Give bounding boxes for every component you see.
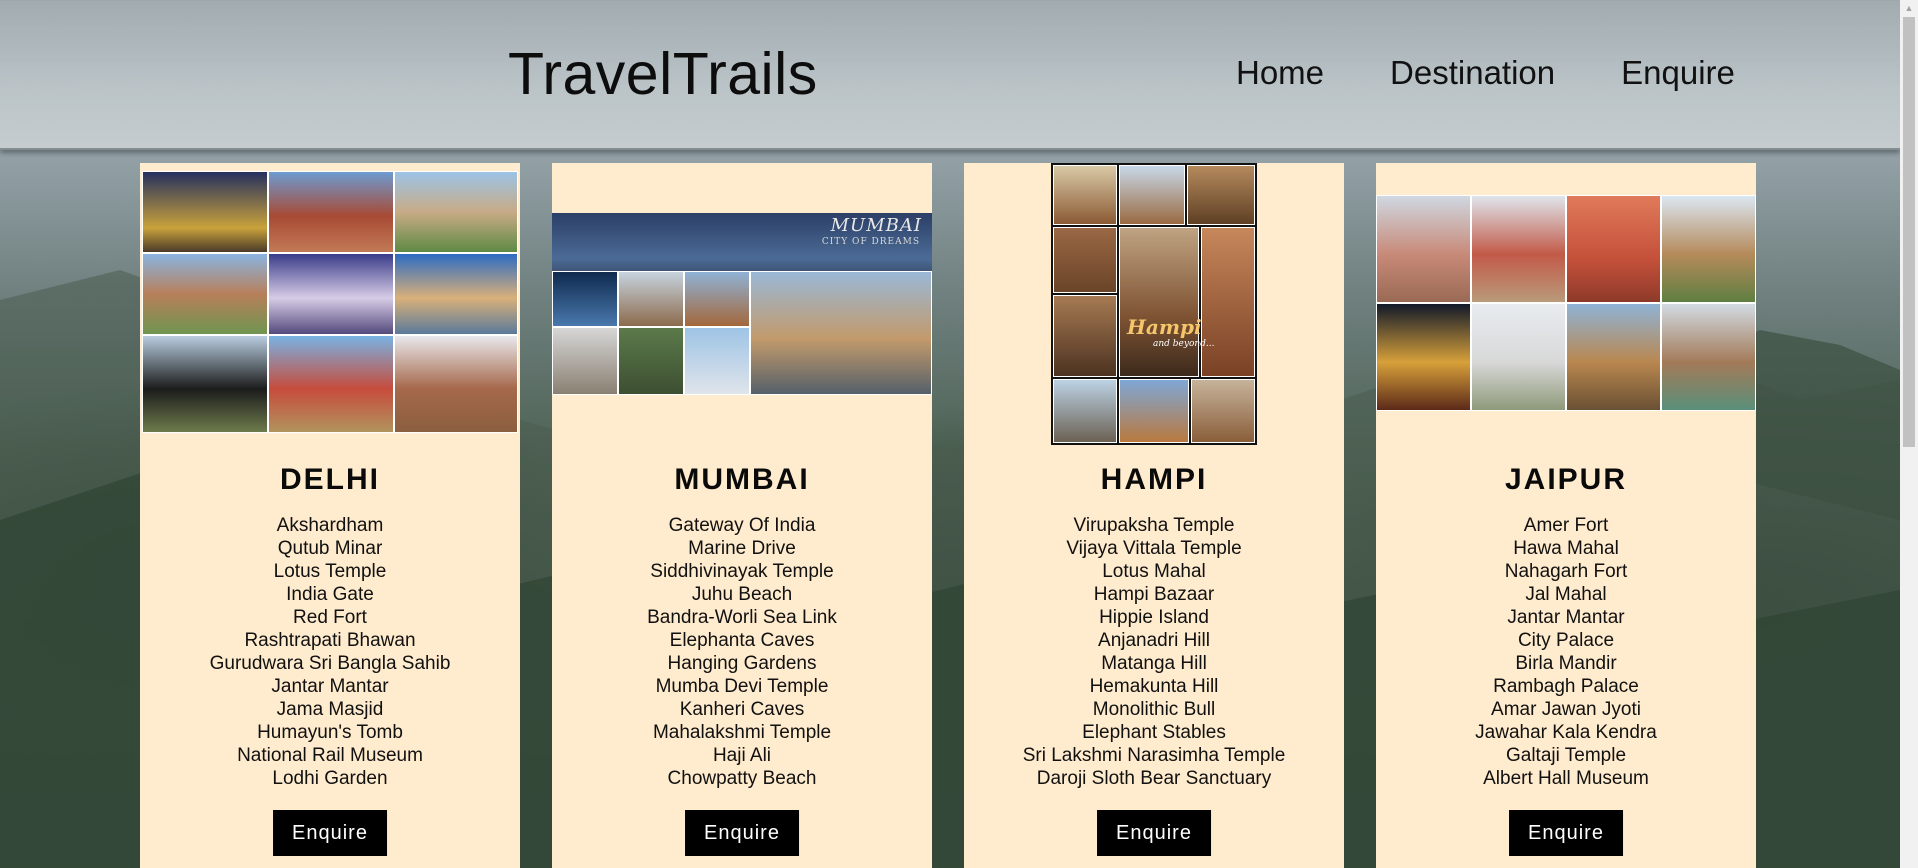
list-item: Jantar Mantar: [271, 676, 389, 697]
page-scrollbar[interactable]: ▲: [1900, 0, 1918, 868]
list-item: Jama Masjid: [276, 699, 384, 720]
list-item: Mumba Devi Temple: [655, 676, 829, 697]
list-item: Jantar Mantar: [1507, 607, 1625, 628]
list-item: Lotus Temple: [273, 561, 387, 582]
hampi-image-title: Hampi: [1127, 315, 1202, 339]
list-item: Hippie Island: [1099, 607, 1209, 628]
list-item: Lotus Mahal: [1102, 561, 1206, 582]
list-item: Amer Fort: [1523, 515, 1609, 536]
list-item: Albert Hall Museum: [1483, 768, 1649, 789]
list-item: Virupaksha Temple: [1073, 515, 1235, 536]
list-item: Elephanta Caves: [669, 630, 815, 651]
list-item: National Rail Museum: [237, 745, 423, 766]
list-item: Juhu Beach: [691, 584, 793, 605]
list-item: Elephant Stables: [1082, 722, 1226, 743]
list-item: Vijaya Vittala Temple: [1066, 538, 1242, 559]
list-item: Rambagh Palace: [1493, 676, 1639, 697]
list-item: Gurudwara Sri Bangla Sahib: [209, 653, 451, 674]
list-item: India Gate: [286, 584, 374, 605]
hampi-collage-image: Hampi and beyond...: [1051, 163, 1257, 445]
list-item: Sri Lakshmi Narasimha Temple: [1022, 745, 1286, 766]
hampi-image-subtitle: and beyond...: [1153, 339, 1215, 349]
places-list: Akshardham Qutub Minar Lotus Temple Indi…: [140, 514, 520, 790]
places-list: Gateway Of India Marine Drive Siddhivina…: [552, 514, 932, 790]
list-item: Anjanadri Hill: [1098, 630, 1210, 651]
site-logo[interactable]: TravelTrails: [508, 40, 818, 108]
list-item: Jawahar Kala Kendra: [1475, 722, 1657, 743]
list-item: Chowpatty Beach: [667, 768, 817, 789]
list-item: Qutub Minar: [277, 538, 383, 559]
nav-destination[interactable]: Destination: [1390, 54, 1555, 92]
list-item: Gateway Of India: [668, 515, 816, 536]
list-item: Hemakunta Hill: [1089, 676, 1219, 697]
list-item: City Palace: [1517, 630, 1615, 651]
list-item: Rashtrapati Bhawan: [244, 630, 416, 651]
list-item: Kanheri Caves: [679, 699, 805, 720]
list-item: Galtaji Temple: [1505, 745, 1627, 766]
site-header: TravelTrails Home Destination Enquire: [0, 0, 1900, 150]
destination-card-delhi: DELHI Akshardham Qutub Minar Lotus Templ…: [140, 163, 520, 868]
city-name: HAMPI: [1100, 463, 1208, 496]
list-item: Marine Drive: [688, 538, 796, 559]
enquire-button[interactable]: Enquire: [273, 810, 387, 856]
list-item: Bandra-Worli Sea Link: [647, 607, 837, 628]
city-name: DELHI: [280, 463, 380, 496]
mumbai-image-title: MUMBAI: [830, 215, 922, 236]
destination-card-jaipur: JAIPUR Amer Fort Hawa Mahal Nahagarh For…: [1376, 163, 1756, 868]
list-item: Humayun's Tomb: [257, 722, 403, 743]
mumbai-image-subtitle: CITY OF DREAMS: [821, 237, 920, 247]
list-item: Siddhivinayak Temple: [650, 561, 834, 582]
scroll-up-arrow-icon[interactable]: ▲: [1900, 0, 1918, 17]
enquire-button[interactable]: Enquire: [1509, 810, 1623, 856]
list-item: Nahagarh Fort: [1504, 561, 1628, 582]
list-item: Hanging Gardens: [667, 653, 817, 674]
scrollbar-thumb[interactable]: [1903, 17, 1915, 447]
list-item: Monolithic Bull: [1092, 699, 1216, 720]
list-item: Red Fort: [293, 607, 367, 628]
main-nav: Home Destination Enquire: [1236, 54, 1735, 92]
destination-card-mumbai: MUMBAI CITY OF DREAMS MUMBAI Gateway Of …: [552, 163, 932, 868]
enquire-button[interactable]: Enquire: [685, 810, 799, 856]
places-list: Amer Fort Hawa Mahal Nahagarh Fort Jal M…: [1376, 514, 1756, 790]
destination-card-hampi: Hampi and beyond... HAMPI Virupaksha Tem…: [964, 163, 1344, 868]
list-item: Mahalakshmi Temple: [652, 722, 832, 743]
city-name: JAIPUR: [1504, 463, 1628, 496]
mumbai-collage-image: MUMBAI CITY OF DREAMS: [552, 213, 932, 395]
list-item: Jal Mahal: [1525, 584, 1607, 605]
nav-enquire[interactable]: Enquire: [1621, 54, 1735, 92]
list-item: Akshardham: [276, 515, 384, 536]
nav-home[interactable]: Home: [1236, 54, 1324, 92]
enquire-button[interactable]: Enquire: [1097, 810, 1211, 856]
city-name: MUMBAI: [674, 463, 810, 496]
list-item: Birla Mandir: [1515, 653, 1617, 674]
places-list: Virupaksha Temple Vijaya Vittala Temple …: [964, 514, 1344, 790]
delhi-collage-image: [142, 171, 518, 433]
list-item: Hawa Mahal: [1513, 538, 1619, 559]
list-item: Hampi Bazaar: [1093, 584, 1215, 605]
jaipur-collage-image: [1376, 195, 1756, 411]
list-item: Daroji Sloth Bear Sanctuary: [1036, 768, 1272, 789]
list-item: Lodhi Garden: [272, 768, 388, 789]
list-item: Haji Ali: [712, 745, 772, 766]
list-item: Matanga Hill: [1101, 653, 1207, 674]
list-item: Amar Jawan Jyoti: [1491, 699, 1641, 720]
